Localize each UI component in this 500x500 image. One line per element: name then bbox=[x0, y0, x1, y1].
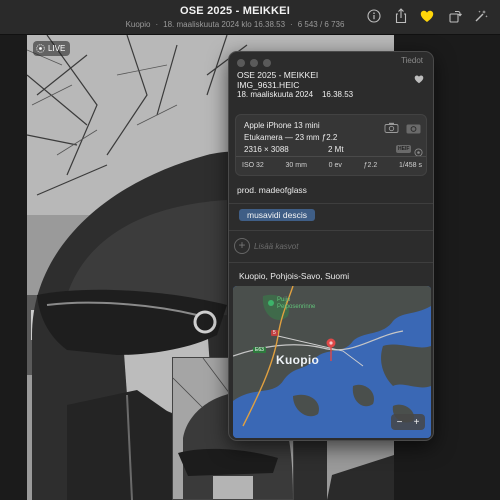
road-sign: 5 bbox=[271, 330, 278, 336]
road-sign: E63 bbox=[253, 347, 266, 353]
date-value: 18. maaliskuuta 2024 bbox=[237, 90, 314, 99]
camera-info: Apple iPhone 13 mini Etukamera — 23 mm ƒ… bbox=[235, 114, 427, 176]
exif-shutter: 1/458 s bbox=[399, 162, 422, 169]
album-name[interactable]: OSE 2025 - MEIKKEI bbox=[237, 70, 353, 80]
album-title: OSE 2025 - MEIKKEI bbox=[180, 5, 290, 17]
divider bbox=[229, 203, 433, 204]
rotate-icon[interactable] bbox=[447, 8, 463, 24]
capture-date[interactable]: 18. maaliskuuta 2024 16.38.53 bbox=[237, 90, 353, 100]
map-poi-label: Puijo bbox=[277, 297, 291, 303]
photo-subtitle: Kuopio · 18. maaliskuuta 2024 klo 16.38.53… bbox=[125, 20, 345, 29]
share-icon[interactable] bbox=[393, 8, 409, 24]
magic-wand-icon[interactable] bbox=[473, 8, 489, 24]
live-label: LIVE bbox=[48, 44, 66, 53]
photo-counter: 6 543 / 6 736 bbox=[297, 20, 345, 29]
info-icon[interactable] bbox=[366, 8, 382, 24]
plus-icon: + bbox=[234, 238, 250, 254]
file-name: IMG_9631.HEIC bbox=[237, 80, 300, 90]
location-map[interactable]: Puijo Peiposenrinne 5 E63 Kuopio − + bbox=[233, 286, 431, 438]
info-panel: Tiedot OSE 2025 - MEIKKEI IMG_9631.HEIC … bbox=[228, 51, 434, 441]
camera-resolution: 2316 × 3088 bbox=[244, 145, 289, 154]
camera-device: Apple iPhone 13 mini bbox=[244, 121, 320, 130]
title-block: OSE 2025 - MEIKKEI Kuopio · 18. maaliskuut… bbox=[70, 5, 400, 29]
favorite-heart-icon[interactable] bbox=[419, 8, 435, 24]
file-info: OSE 2025 - MEIKKEI IMG_9631.HEIC 18. maa… bbox=[237, 70, 353, 100]
divider bbox=[229, 262, 433, 263]
toolbar: OSE 2025 - MEIKKEI Kuopio · 18. maaliskuut… bbox=[0, 0, 500, 35]
camera-megapixels: 2 Mt bbox=[328, 145, 344, 154]
live-camera-icon bbox=[384, 120, 399, 138]
camera-lens: Etukamera — 23 mm ƒ2.2 bbox=[244, 133, 338, 142]
zoom-in-button[interactable]: + bbox=[414, 417, 420, 428]
exif-focal: 30 mm bbox=[285, 162, 307, 169]
exif-iso: ISO 32 bbox=[242, 162, 264, 169]
add-faces-label: Lisää kasvot bbox=[254, 241, 299, 251]
portrait-mode-icon bbox=[406, 121, 421, 139]
live-photo-badge[interactable]: LIVE bbox=[33, 41, 71, 56]
heif-badge: HEIF bbox=[396, 145, 412, 153]
divider bbox=[229, 230, 433, 231]
aperture-icon bbox=[414, 144, 423, 162]
keyword-tag[interactable]: musavidi descis bbox=[239, 209, 315, 221]
caption-field[interactable]: prod. madeofglass bbox=[237, 185, 307, 195]
map-poi-label: Peiposenrinne bbox=[277, 304, 316, 310]
add-faces-button[interactable]: + Lisää kasvot bbox=[234, 238, 298, 254]
camera-divider bbox=[236, 156, 426, 157]
subtitle-datetime: 18. maaliskuuta 2024 klo 16.38.53 bbox=[163, 20, 286, 29]
map-zoom-control: − + bbox=[391, 414, 425, 430]
exif-ev: 0 ev bbox=[328, 162, 342, 169]
panel-title: Tiedot bbox=[401, 56, 423, 65]
favorite-icon[interactable] bbox=[414, 71, 424, 89]
subtitle-location: Kuopio bbox=[125, 20, 151, 29]
map-place-label: Kuopio bbox=[276, 353, 320, 367]
location-text[interactable]: Kuopio, Pohjois-Savo, Suomi bbox=[239, 271, 349, 281]
live-photo-icon bbox=[36, 44, 45, 53]
zoom-out-button[interactable]: − bbox=[397, 417, 403, 428]
exif-aperture: ƒ2.2 bbox=[363, 162, 378, 169]
exif-row: ISO 32 30 mm 0 ev ƒ2.2 1/458 s bbox=[242, 162, 422, 169]
time-value: 16.38.53 bbox=[321, 90, 354, 99]
